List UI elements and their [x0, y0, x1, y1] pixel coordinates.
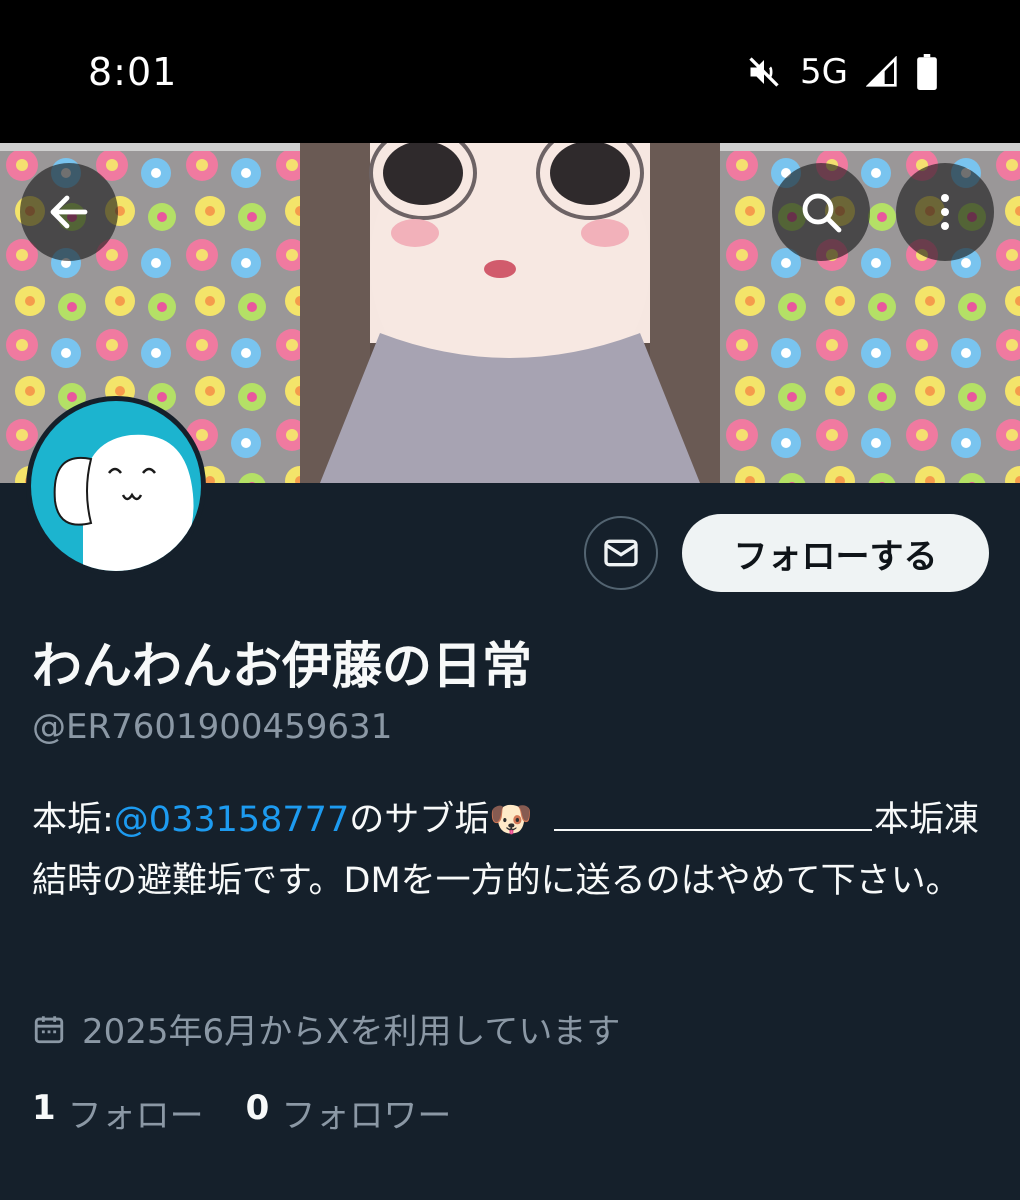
- bio-after-mention: のサブ垢🐶: [349, 800, 544, 840]
- mute-icon: [749, 57, 779, 87]
- battery-icon: [917, 54, 937, 90]
- followers-link[interactable]: 0 フォロワー: [246, 1088, 452, 1137]
- handle: @ER7601900459631: [32, 707, 393, 747]
- joined-row: 2025年6月からXを利用しています: [32, 1004, 620, 1053]
- mail-icon: [604, 539, 638, 567]
- followers-label: フォロワー: [281, 1096, 452, 1136]
- followers-count: 0: [245, 1088, 270, 1128]
- following-link[interactable]: 1 フォロー: [32, 1088, 204, 1137]
- joined-text: 2025年6月からXを利用しています: [82, 1012, 621, 1052]
- more-button[interactable]: [896, 163, 994, 261]
- bio: 本垢:@033158777のサブ垢🐶 本垢凍結時の避難垢です。DMを一方的に送る…: [32, 790, 982, 912]
- search-button[interactable]: [772, 163, 870, 261]
- bio-mention-link[interactable]: @033158777: [114, 800, 349, 840]
- follow-stats: 1 フォロー 0 フォロワー: [32, 1088, 451, 1137]
- network-label: 5G: [800, 52, 848, 92]
- avatar[interactable]: [26, 396, 206, 576]
- follow-button[interactable]: フォローする: [682, 514, 989, 592]
- status-time: 8:01: [88, 50, 178, 94]
- back-button[interactable]: [20, 163, 118, 261]
- status-icons: 5G: [746, 52, 938, 92]
- avatar-image: [31, 401, 201, 571]
- bio-underline: [553, 793, 872, 831]
- status-bar: 8:01 5G: [0, 0, 1020, 143]
- search-icon: [802, 193, 842, 233]
- more-vertical-icon: [941, 194, 949, 230]
- calendar-icon: [34, 1015, 64, 1043]
- following-label: フォロー: [67, 1096, 204, 1136]
- following-count: 1: [32, 1088, 56, 1128]
- dm-button[interactable]: [584, 516, 658, 590]
- bio-prefix: 本垢:: [32, 800, 114, 840]
- arrow-left-icon: [50, 195, 88, 229]
- signal-icon: [866, 56, 897, 87]
- display-name: わんわんお伊藤の日常: [32, 637, 532, 695]
